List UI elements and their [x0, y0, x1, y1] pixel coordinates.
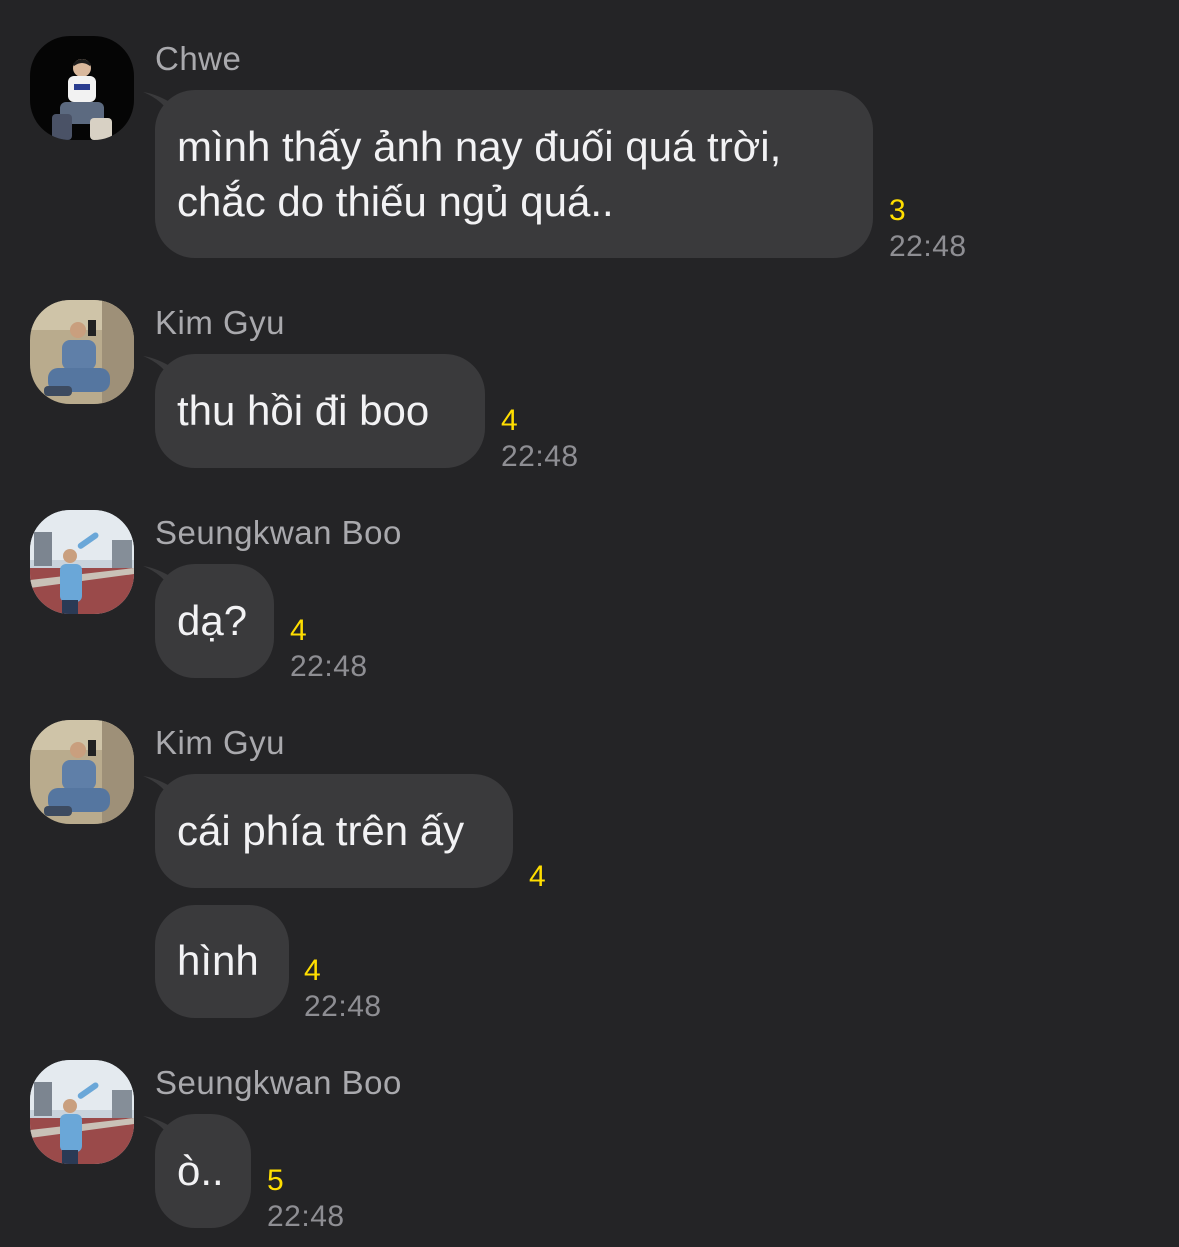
message-text-line: mình thấy ảnh nay đuối quá trời, — [177, 123, 782, 170]
timestamp: 22:48 — [290, 650, 368, 683]
unread-count: 4 — [290, 614, 307, 647]
message-bubble[interactable]: thu hồi đi boo — [155, 354, 485, 468]
sender-name: Kim Gyu — [155, 724, 286, 761]
sender-name: Kim Gyu — [155, 304, 286, 341]
message-bubble[interactable]: dạ? — [155, 564, 274, 678]
message-text-line: hình — [177, 937, 259, 984]
avatar[interactable] — [30, 1060, 134, 1164]
timestamp: 22:48 — [501, 440, 579, 473]
sender-name: Seungkwan Boo — [155, 1064, 402, 1101]
unread-count: 4 — [304, 954, 321, 987]
message-bubble[interactable]: hình — [155, 905, 289, 1018]
unread-count: 4 — [501, 404, 518, 437]
timestamp: 22:48 — [267, 1200, 345, 1233]
message-bubble[interactable]: mình thấy ảnh nay đuối quá trời, chắc do… — [155, 90, 873, 258]
message-text-line: ò.. — [177, 1147, 224, 1194]
avatar[interactable] — [30, 36, 134, 140]
unread-count: 3 — [889, 194, 906, 227]
message-text-line: chắc do thiếu ngủ quá.. — [177, 178, 614, 225]
message-text-line: thu hồi đi boo — [177, 387, 430, 434]
avatar[interactable] — [30, 510, 134, 614]
timestamp: 22:48 — [304, 990, 382, 1023]
message-bubble[interactable]: cái phía trên ấy — [155, 774, 513, 888]
sender-name: Chwe — [155, 40, 242, 77]
avatar[interactable] — [30, 300, 134, 404]
message-text-line: dạ? — [177, 597, 248, 644]
unread-count: 5 — [267, 1164, 284, 1197]
avatar[interactable] — [30, 720, 134, 824]
sender-name: Seungkwan Boo — [155, 514, 402, 551]
message-bubble[interactable]: ò.. — [155, 1114, 251, 1228]
timestamp: 22:48 — [889, 230, 967, 263]
message-text-line: cái phía trên ấy — [177, 807, 465, 854]
unread-count: 4 — [529, 860, 546, 893]
